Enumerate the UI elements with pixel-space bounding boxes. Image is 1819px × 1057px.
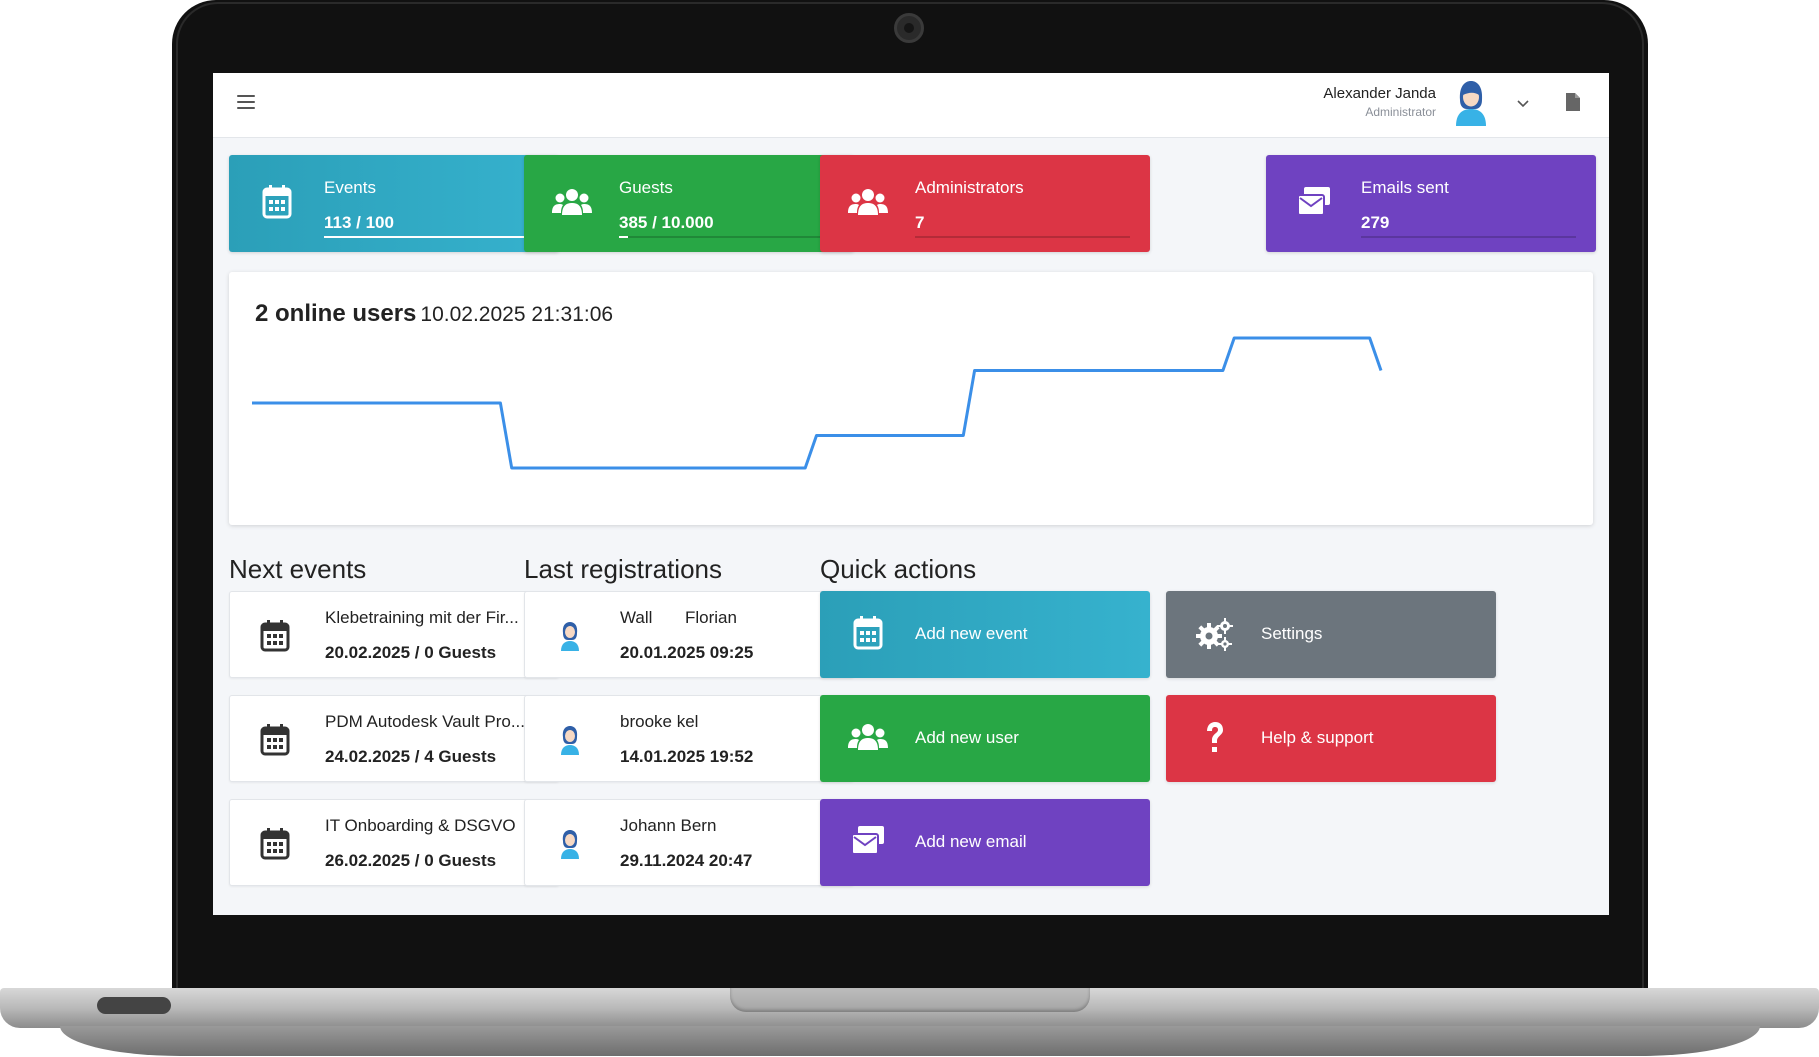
- registration-first-name: Johann Bern: [620, 816, 717, 835]
- action-label: Add new event: [915, 624, 1028, 643]
- registration-item[interactable]: brooke kel 14.01.2025 19:52: [524, 695, 854, 782]
- mail-stack-icon: [851, 826, 884, 855]
- progress-bar: [324, 236, 539, 238]
- stat-label: Guests: [619, 178, 673, 197]
- event-item[interactable]: PDM Autodesk Vault Pro... 24.02.2025 / 4…: [229, 695, 559, 782]
- progress-bar: [1361, 236, 1576, 238]
- user-avatar-icon: [561, 726, 579, 755]
- stat-label: Emails sent: [1361, 178, 1449, 197]
- stat-value: 7: [915, 213, 925, 232]
- section-title-quick-actions: Quick actions: [820, 554, 977, 584]
- add-new-event-button[interactable]: Add new event: [820, 591, 1150, 678]
- laptop-notch: [730, 988, 1090, 1012]
- progress-bar: [915, 236, 1130, 238]
- action-label: Settings: [1261, 624, 1323, 643]
- event-info: 26.02.2025 / 0 Guests: [325, 851, 497, 870]
- user-role: Administrator: [1365, 105, 1436, 119]
- stat-card-guests[interactable]: Guests 385 / 10.000: [524, 155, 854, 252]
- users-icon: [848, 189, 888, 215]
- mail-stack-icon: [1297, 187, 1330, 216]
- calendar-icon: [260, 620, 290, 652]
- registration-date: 14.01.2025 19:52: [620, 747, 754, 766]
- registration-first-name: brooke kel: [620, 712, 699, 731]
- progress-fill: [324, 236, 539, 238]
- gears-icon: [1196, 618, 1233, 651]
- stat-value: 113 / 100: [324, 213, 394, 232]
- progress-bar: [619, 236, 834, 238]
- app-screen: Alexander Janda Administrator Events 113…: [213, 73, 1609, 915]
- registration-date: 29.11.2024 20:47: [620, 851, 753, 870]
- laptop-base-bottom: [60, 1026, 1760, 1056]
- stat-card-events[interactable]: Events 113 / 100: [229, 155, 559, 252]
- event-item[interactable]: IT Onboarding & DSGVO 26.02.2025 / 0 Gue…: [229, 799, 559, 886]
- users-icon: [848, 724, 888, 750]
- users-icon: [552, 189, 592, 215]
- event-item[interactable]: Klebetraining mit der Fir... 20.02.2025 …: [229, 591, 559, 678]
- registration-date: 20.01.2025 09:25: [620, 643, 754, 662]
- calendar-icon: [262, 185, 292, 219]
- action-label: Add new user: [915, 728, 1019, 747]
- document-icon[interactable]: [1566, 93, 1580, 111]
- stat-value: 385 / 10.000: [619, 213, 714, 232]
- online-users-chart: [252, 336, 1383, 470]
- event-name: Klebetraining mit der Fir...: [325, 608, 519, 627]
- webcam: [894, 13, 924, 43]
- action-label: Add new email: [915, 832, 1027, 851]
- event-name: PDM Autodesk Vault Pro...: [325, 712, 525, 731]
- question-icon: [1207, 722, 1223, 752]
- settings-button[interactable]: Settings: [1166, 591, 1496, 678]
- calendar-icon: [260, 724, 290, 756]
- calendar-icon: [853, 616, 883, 650]
- registration-item[interactable]: Johann Bern 29.11.2024 20:47: [524, 799, 854, 886]
- user-name: Alexander Janda: [1323, 85, 1436, 102]
- registration-item[interactable]: Wall Florian 20.01.2025 09:25: [524, 591, 854, 678]
- section-title-next-events: Next events: [229, 554, 367, 584]
- avatar[interactable]: [1453, 80, 1489, 126]
- registration-first-name: Wall: [620, 608, 653, 627]
- stat-label: Administrators: [915, 178, 1024, 197]
- online-users-card: 2 online users 10.02.2025 21:31:06: [229, 272, 1593, 525]
- chevron-down-icon[interactable]: [1515, 95, 1531, 111]
- user-info[interactable]: Alexander Janda Administrator: [1323, 85, 1436, 119]
- stat-card-emails-sent[interactable]: Emails sent 279: [1266, 155, 1596, 252]
- help-support-button[interactable]: Help & support: [1166, 695, 1496, 782]
- top-bar: Alexander Janda Administrator: [213, 73, 1609, 138]
- stat-value: 279: [1361, 213, 1390, 232]
- section-title-last-registrations: Last registrations: [524, 554, 722, 584]
- user-avatar-icon: [561, 830, 579, 859]
- laptop-vent: [97, 997, 171, 1014]
- progress-fill: [619, 236, 628, 238]
- user-avatar-icon: [561, 622, 579, 651]
- online-users-series-line: [252, 336, 1383, 470]
- stat-card-administrators[interactable]: Administrators 7: [820, 155, 1150, 252]
- add-new-user-button[interactable]: Add new user: [820, 695, 1150, 782]
- event-info: 24.02.2025 / 4 Guests: [325, 747, 497, 766]
- add-new-email-button[interactable]: Add new email: [820, 799, 1150, 886]
- action-label: Help & support: [1261, 728, 1374, 747]
- stat-label: Events: [324, 178, 376, 197]
- calendar-icon: [260, 828, 290, 860]
- hamburger-menu-icon[interactable]: [237, 95, 255, 113]
- event-name: IT Onboarding & DSGVO: [325, 816, 516, 835]
- event-info: 20.02.2025 / 0 Guests: [325, 643, 497, 662]
- registration-last-name: Florian: [685, 608, 737, 627]
